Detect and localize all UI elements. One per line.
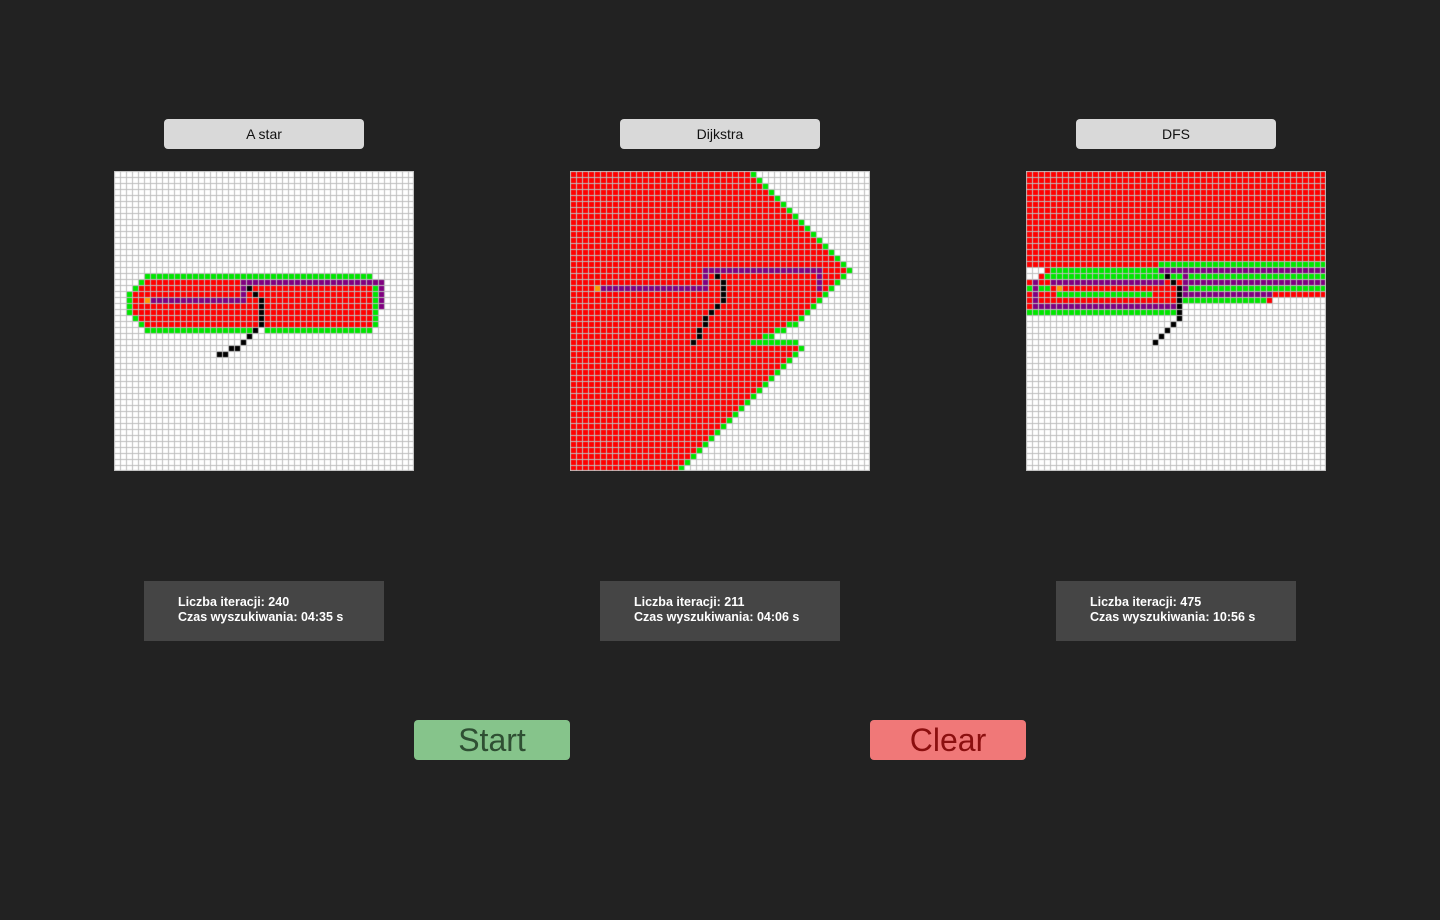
dfs-iterations: Liczba iteracji: 475 — [1090, 595, 1202, 609]
clear-button[interactable]: Clear — [870, 720, 1026, 760]
dfs-grid[interactable] — [1026, 171, 1326, 471]
astar-iterations: Liczba iteracji: 240 — [178, 595, 290, 609]
tab-dijkstra[interactable]: Dijkstra — [620, 119, 820, 149]
pathfinding-visualizer: A star Liczba iteracji: 240 Czas wyszuki… — [0, 0, 1440, 920]
dijkstra-iterations: Liczba iteracji: 211 — [634, 595, 745, 609]
tab-dfs[interactable]: DFS — [1076, 119, 1276, 149]
dfs-grid-canvas[interactable] — [1026, 171, 1326, 471]
astar-search-time: Czas wyszukiwania: 04:35 s — [178, 610, 344, 624]
astar-grid[interactable] — [114, 171, 414, 471]
dijkstra-stats: Liczba iteracji: 211 Czas wyszukiwania: … — [600, 581, 840, 641]
dijkstra-grid-canvas[interactable] — [570, 171, 870, 471]
dijkstra-grid[interactable] — [570, 171, 870, 471]
astar-grid-canvas[interactable] — [114, 171, 414, 471]
tab-astar[interactable]: A star — [164, 119, 364, 149]
dijkstra-search-time: Czas wyszukiwania: 04:06 s — [634, 610, 800, 624]
dfs-stats: Liczba iteracji: 475 Czas wyszukiwania: … — [1056, 581, 1296, 641]
dfs-search-time: Czas wyszukiwania: 10:56 s — [1090, 610, 1256, 624]
start-button[interactable]: Start — [414, 720, 570, 760]
astar-stats: Liczba iteracji: 240 Czas wyszukiwania: … — [144, 581, 384, 641]
